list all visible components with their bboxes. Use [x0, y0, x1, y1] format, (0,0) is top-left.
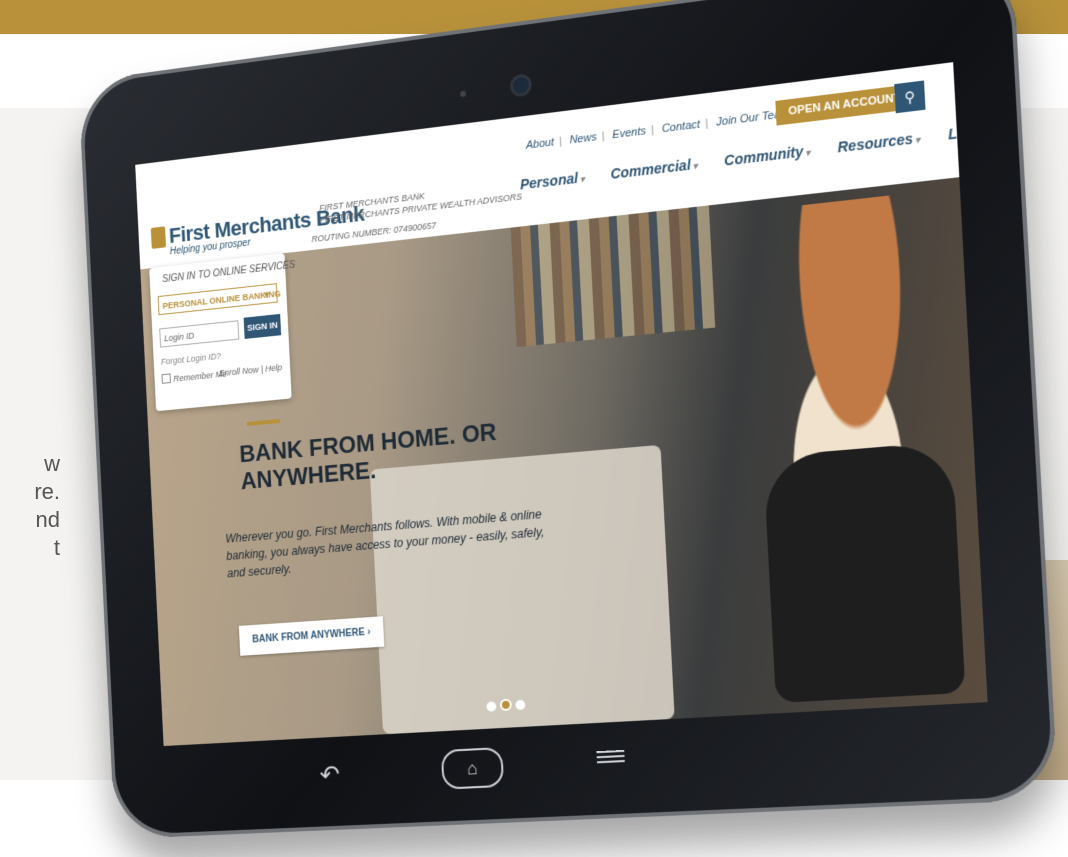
tablet-device: First Merchants Bank Helping you prosper… — [78, 0, 1059, 840]
carousel-dot[interactable] — [486, 701, 497, 712]
nav-item-community[interactable]: Community▾ — [723, 142, 811, 169]
cta-label: BANK FROM ANYWHERE — [252, 627, 365, 646]
background-text-line: t — [53, 535, 60, 560]
caret-down-icon: ▾ — [579, 174, 585, 185]
bank-from-anywhere-button[interactable]: BANK FROM ANYWHERE › — [238, 616, 385, 656]
caret-down-icon: ▾ — [805, 147, 811, 159]
separator: | — [601, 130, 605, 143]
home-button[interactable]: ⌂ — [440, 746, 505, 790]
nav-item-label: Commercial — [610, 156, 692, 183]
nav-item-label: Community — [723, 143, 804, 169]
checkbox-icon — [161, 373, 171, 384]
open-account-button[interactable]: OPEN AN ACCOUNT — [775, 83, 915, 126]
hero-accent-line — [246, 418, 281, 426]
hero-dog-image — [763, 441, 966, 704]
utility-nav: About | News | Events | Contact | Join Our T… — [526, 107, 790, 151]
remember-me-checkbox[interactable]: Remember Me — [161, 368, 227, 385]
nav-item-commercial[interactable]: Commercial▾ — [610, 156, 698, 182]
service-select[interactable]: PERSONAL ONLINE BANKING ▼ — [157, 283, 281, 316]
bank-building-icon — [150, 226, 167, 249]
nav-item-resources[interactable]: Resources ▾ — [837, 129, 920, 155]
util-link-contact[interactable]: Contact — [662, 118, 701, 135]
util-link-news[interactable]: News — [569, 131, 597, 146]
forgot-login-link[interactable]: Forgot Login ID? — [161, 351, 222, 367]
util-link-events[interactable]: Events — [612, 125, 646, 141]
enroll-now-link[interactable]: Enroll Now — [219, 365, 259, 379]
background-text-line: re. — [34, 479, 60, 504]
signin-panel: SIGN IN TO ONLINE SERVICES PERSONAL ONLI… — [149, 253, 295, 412]
separator: | — [650, 124, 655, 137]
carousel-dots — [486, 697, 529, 717]
nav-item-label: Personal — [519, 169, 579, 193]
caret-down-icon: ▾ — [914, 134, 921, 146]
enroll-help-links: Enroll Now | Help — [218, 362, 283, 379]
home-icon: ⌂ — [466, 757, 479, 779]
caret-down-icon: ▼ — [262, 289, 272, 301]
help-link[interactable]: Help — [265, 362, 282, 373]
caret-down-icon: ▾ — [692, 160, 698, 172]
sub-brand-links: FIRST MERCHANTS BANK FIRST MERCHANTS PRI… — [319, 178, 522, 225]
sign-in-button[interactable]: SIGN IN — [243, 313, 282, 339]
nav-item-personal[interactable]: Personal▾ — [520, 169, 585, 193]
nav-item-label: Resources — [837, 130, 914, 156]
tablet-screen: First Merchants Bank Helping you prosper… — [135, 62, 988, 747]
back-icon[interactable]: ↶ — [319, 759, 341, 790]
search-icon: ⚲ — [903, 87, 916, 106]
chevron-right-icon: › — [367, 626, 371, 638]
hero-bookshelf-image — [510, 205, 716, 348]
menu-icon[interactable] — [596, 747, 625, 765]
separator: | — [704, 117, 709, 131]
util-link-about[interactable]: About — [526, 136, 555, 151]
search-button[interactable]: ⚲ — [894, 80, 926, 114]
background-text-line: w — [44, 451, 60, 476]
separator: | — [558, 135, 562, 148]
background-text-line: nd — [35, 507, 60, 532]
carousel-dot-active[interactable] — [499, 698, 512, 712]
carousel-dot[interactable] — [515, 699, 526, 711]
hero-laptop-image — [369, 444, 675, 735]
login-id-input[interactable]: Login ID — [159, 320, 240, 348]
